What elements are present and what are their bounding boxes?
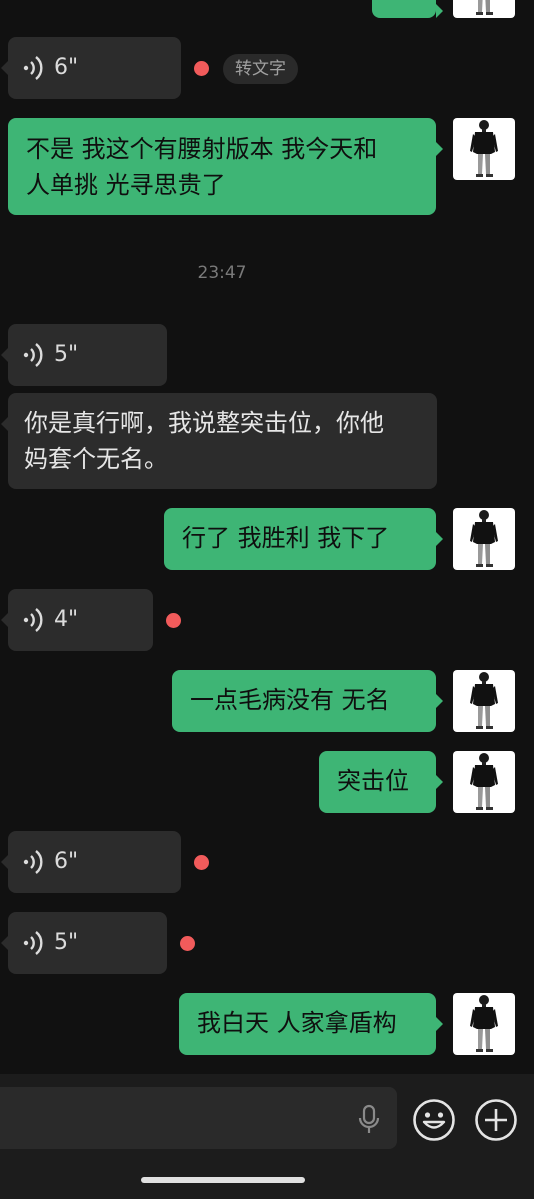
message-text: 我白天 人家拿盾构: [197, 1009, 397, 1037]
message-text: 一点毛病没有 无名: [190, 686, 390, 714]
voice-wave-icon: [22, 607, 43, 633]
voice-duration: 6": [54, 849, 79, 874]
unread-dot: [194, 855, 209, 870]
message-bubble[interactable]: 一点毛病没有 无名: [172, 670, 443, 732]
message-input[interactable]: [0, 1087, 397, 1149]
message-text-line: 妈套个无名。: [24, 445, 168, 473]
message-text-line: 不是 我这个有腰射版本 我今天和: [26, 135, 378, 163]
voice-wave-icon: [22, 849, 43, 875]
message-timestamp: 23:47: [197, 263, 247, 283]
home-indicator[interactable]: [141, 1177, 305, 1183]
message-bubble[interactable]: 不是 我这个有腰射版本 我今天和 人单挑 光寻思贵了: [8, 118, 443, 215]
message-bubble[interactable]: 你是真行啊，我说整突击位，你他 妈套个无名。: [1, 393, 437, 489]
message-bubble[interactable]: 我白天 人家拿盾构: [179, 993, 443, 1055]
voice-wave-icon: [22, 342, 43, 368]
unread-dot: [166, 613, 181, 628]
avatar[interactable]: [453, 751, 515, 813]
voice-message[interactable]: 4": [1, 589, 153, 651]
convert-to-text-button[interactable]: 转文字: [223, 54, 298, 84]
unread-dot: [194, 61, 209, 76]
message-bubble-partial[interactable]: [372, 0, 443, 18]
voice-duration: 5": [54, 930, 79, 955]
unread-dot: [180, 936, 195, 951]
voice-message[interactable]: 6": [1, 831, 181, 893]
avatar[interactable]: [453, 118, 515, 180]
microphone-icon[interactable]: [355, 1104, 383, 1140]
voice-message[interactable]: 5": [1, 324, 167, 386]
message-text-line: 人单挑 光寻思贵了: [26, 171, 226, 199]
avatar[interactable]: [453, 670, 515, 732]
voice-duration: 5": [54, 342, 79, 367]
avatar[interactable]: [453, 993, 515, 1055]
message-text: 行了 我胜利 我下了: [182, 524, 390, 552]
voice-duration: 4": [54, 607, 79, 632]
message-bubble[interactable]: 突击位: [319, 751, 443, 813]
voice-wave-icon: [22, 55, 43, 81]
emoji-icon[interactable]: [412, 1098, 456, 1146]
plus-icon[interactable]: [474, 1098, 518, 1146]
voice-message[interactable]: 6": [1, 37, 181, 99]
message-text-line: 你是真行啊，我说整突击位，你他: [24, 409, 384, 437]
voice-wave-icon: [22, 930, 43, 956]
voice-duration: 6": [54, 55, 79, 80]
avatar[interactable]: [453, 508, 515, 570]
voice-message[interactable]: 5": [1, 912, 167, 974]
message-text: 突击位: [337, 767, 409, 795]
avatar[interactable]: [453, 0, 515, 18]
message-bubble[interactable]: 行了 我胜利 我下了: [164, 508, 443, 570]
